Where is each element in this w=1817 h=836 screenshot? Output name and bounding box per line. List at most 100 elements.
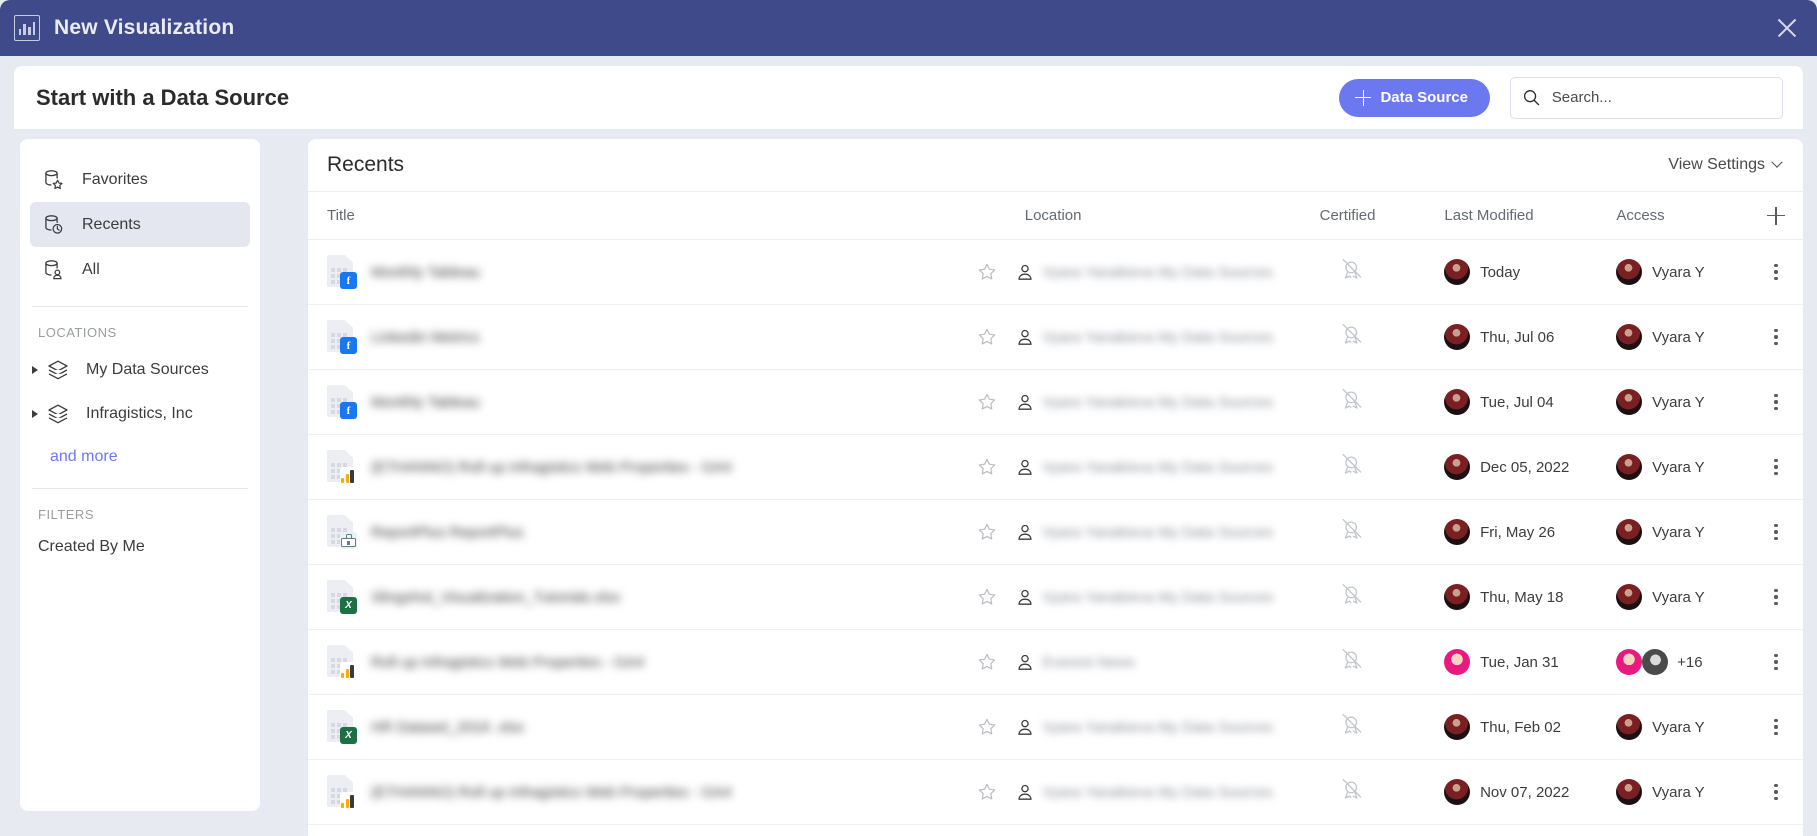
cell-row-menu[interactable] bbox=[1749, 455, 1803, 480]
cell-row-menu[interactable] bbox=[1749, 650, 1803, 675]
row-menu-icon[interactable] bbox=[1770, 455, 1781, 480]
cell-title[interactable]: (ETHANNO) Roll up Infragistics Web Prope… bbox=[308, 775, 957, 809]
row-menu-icon[interactable] bbox=[1770, 780, 1781, 805]
favorite-star-icon[interactable] bbox=[977, 262, 997, 282]
cell-access[interactable]: +16 bbox=[1616, 649, 1749, 675]
column-header-location[interactable]: Location bbox=[957, 207, 1312, 224]
cell-certified[interactable] bbox=[1311, 517, 1444, 548]
cell-access[interactable]: Vyara Y bbox=[1616, 584, 1749, 610]
table-row[interactable]: (ETHANNO) Roll up Infragistics Web Prope… bbox=[308, 435, 1803, 500]
cell-title[interactable]: (ETHANNO) Roll up Infragistics Web Prope… bbox=[308, 450, 957, 484]
sidebar-item-recents[interactable]: Recents bbox=[30, 202, 250, 247]
cell-title[interactable]: ReportPlus ReportPlus bbox=[308, 515, 957, 549]
cell-row-menu[interactable] bbox=[1749, 325, 1803, 350]
table-row[interactable]: f Linkedin Metrics Vyara Yanakieva My Da… bbox=[308, 305, 1803, 370]
row-menu-icon[interactable] bbox=[1770, 650, 1781, 675]
cell-access[interactable]: Vyara Y bbox=[1616, 324, 1749, 350]
cell-title[interactable]: X HR Dataset_2016 .xlsx bbox=[308, 710, 957, 744]
cell-certified[interactable] bbox=[1311, 777, 1444, 808]
not-certified-icon[interactable] bbox=[1339, 647, 1365, 673]
not-certified-icon[interactable] bbox=[1339, 517, 1365, 543]
access-overflow-count[interactable]: +16 bbox=[1677, 654, 1702, 671]
not-certified-icon[interactable] bbox=[1339, 712, 1365, 738]
favorite-toggle[interactable] bbox=[957, 587, 1017, 607]
favorite-star-icon[interactable] bbox=[977, 652, 997, 672]
row-menu-icon[interactable] bbox=[1770, 390, 1781, 415]
favorite-star-icon[interactable] bbox=[977, 392, 997, 412]
favorite-star-icon[interactable] bbox=[977, 457, 997, 477]
row-menu-icon[interactable] bbox=[1770, 715, 1781, 740]
add-data-source-button[interactable]: Data Source bbox=[1339, 78, 1490, 117]
cell-access[interactable]: Vyara Y bbox=[1616, 454, 1749, 480]
and-more-link[interactable]: and more bbox=[20, 436, 260, 466]
close-icon[interactable] bbox=[1771, 12, 1803, 44]
cell-access[interactable]: Vyara Y bbox=[1616, 779, 1749, 805]
cell-certified[interactable] bbox=[1311, 712, 1444, 743]
favorite-toggle[interactable] bbox=[957, 717, 1017, 737]
column-header-certified[interactable]: Certified bbox=[1312, 207, 1445, 224]
cell-title[interactable]: f Monthly Tableau bbox=[308, 385, 957, 419]
favorite-toggle[interactable] bbox=[957, 457, 1017, 477]
favorite-toggle[interactable] bbox=[957, 782, 1017, 802]
cell-certified[interactable] bbox=[1311, 582, 1444, 613]
cell-row-menu[interactable] bbox=[1749, 585, 1803, 610]
table-row[interactable]: Roll up Infragistics Web Properties - GA… bbox=[308, 630, 1803, 695]
favorite-toggle[interactable] bbox=[957, 327, 1017, 347]
cell-certified[interactable] bbox=[1311, 387, 1444, 418]
favorite-star-icon[interactable] bbox=[977, 327, 997, 347]
cell-access[interactable]: Vyara Y bbox=[1616, 259, 1749, 285]
sidebar-item-infragistics-inc[interactable]: Infragistics, Inc bbox=[20, 392, 260, 436]
column-header-title[interactable]: Title bbox=[308, 207, 957, 224]
column-header-access[interactable]: Access bbox=[1616, 207, 1749, 224]
row-menu-icon[interactable] bbox=[1770, 520, 1781, 545]
not-certified-icon[interactable] bbox=[1339, 777, 1365, 803]
favorite-star-icon[interactable] bbox=[977, 522, 997, 542]
cell-title[interactable]: X Slingshot_Visualization_Tutorials.xlsx bbox=[308, 580, 957, 614]
sidebar-filter-created-by-me[interactable]: Created By Me bbox=[20, 530, 260, 556]
table-row[interactable]: f Monthly Tableau Vyara Yanakieva My Dat… bbox=[308, 370, 1803, 435]
table-row[interactable]: f Monthly Tableau Vyara Yanakieva My Dat… bbox=[308, 240, 1803, 305]
add-column-icon[interactable] bbox=[1749, 206, 1803, 225]
table-row[interactable]: X HR Dataset_2016 .xlsx Vyara Yanakieva … bbox=[308, 695, 1803, 760]
search-input[interactable] bbox=[1551, 89, 1770, 106]
cell-access[interactable]: Vyara Y bbox=[1616, 714, 1749, 740]
cell-title[interactable]: Roll up Infragistics Web Properties - GA… bbox=[308, 645, 957, 679]
cell-row-menu[interactable] bbox=[1749, 715, 1803, 740]
favorite-star-icon[interactable] bbox=[977, 782, 997, 802]
row-menu-icon[interactable] bbox=[1770, 325, 1781, 350]
cell-access[interactable]: Vyara Y bbox=[1616, 519, 1749, 545]
cell-title[interactable]: f Linkedin Metrics bbox=[308, 320, 957, 354]
cell-row-menu[interactable] bbox=[1749, 260, 1803, 285]
favorite-toggle[interactable] bbox=[957, 392, 1017, 412]
chevron-right-icon[interactable] bbox=[32, 366, 38, 374]
cell-certified[interactable] bbox=[1311, 322, 1444, 353]
cell-row-menu[interactable] bbox=[1749, 390, 1803, 415]
row-menu-icon[interactable] bbox=[1770, 260, 1781, 285]
favorite-toggle[interactable] bbox=[957, 262, 1017, 282]
table-row[interactable]: (ETHANNO) Roll up Infragistics Web Prope… bbox=[308, 760, 1803, 825]
table-row[interactable]: X Slingshot_Visualization_Tutorials.xlsx… bbox=[308, 565, 1803, 630]
favorite-star-icon[interactable] bbox=[977, 717, 997, 737]
favorite-toggle[interactable] bbox=[957, 652, 1017, 672]
view-settings-button[interactable]: View Settings bbox=[1668, 156, 1783, 174]
cell-row-menu[interactable] bbox=[1749, 520, 1803, 545]
not-certified-icon[interactable] bbox=[1339, 387, 1365, 413]
chevron-right-icon[interactable] bbox=[32, 410, 38, 418]
search-box[interactable] bbox=[1510, 76, 1783, 119]
not-certified-icon[interactable] bbox=[1339, 257, 1365, 283]
sidebar-item-my-data-sources[interactable]: My Data Sources bbox=[20, 348, 260, 392]
cell-certified[interactable] bbox=[1311, 257, 1444, 288]
cell-title[interactable]: f Monthly Tableau bbox=[308, 255, 957, 289]
sidebar-item-all[interactable]: All bbox=[30, 247, 250, 292]
table-row[interactable]: ReportPlus ReportPlus Vyara Yanakieva My… bbox=[308, 500, 1803, 565]
cell-row-menu[interactable] bbox=[1749, 780, 1803, 805]
cell-certified[interactable] bbox=[1311, 452, 1444, 483]
cell-access[interactable]: Vyara Y bbox=[1616, 389, 1749, 415]
column-header-last-modified[interactable]: Last Modified bbox=[1444, 207, 1616, 224]
not-certified-icon[interactable] bbox=[1339, 452, 1365, 478]
favorite-toggle[interactable] bbox=[957, 522, 1017, 542]
favorite-star-icon[interactable] bbox=[977, 587, 997, 607]
not-certified-icon[interactable] bbox=[1339, 582, 1365, 608]
not-certified-icon[interactable] bbox=[1339, 322, 1365, 348]
row-menu-icon[interactable] bbox=[1770, 585, 1781, 610]
